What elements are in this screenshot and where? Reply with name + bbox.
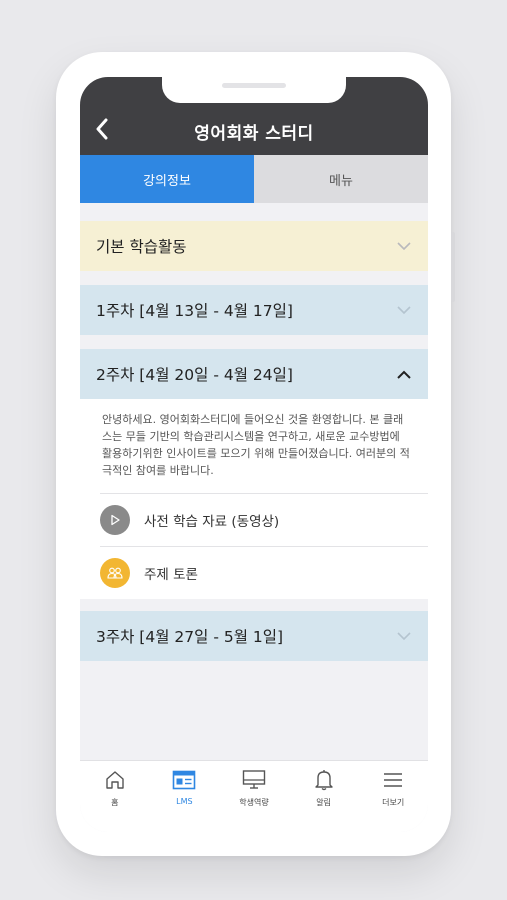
- nav-label: LMS: [176, 797, 193, 806]
- nav-lms[interactable]: LMS: [150, 761, 220, 832]
- activity-label: 사전 학습 자료 (동영상): [144, 514, 280, 530]
- activity-prestudy-video[interactable]: 사전 학습 자료 (동영상): [100, 494, 428, 546]
- nav-more[interactable]: 더보기: [358, 761, 428, 832]
- phone-side-button: [451, 232, 455, 302]
- section-week-1[interactable]: 1주차 [4월 13일 - 4월 17일]: [80, 285, 428, 335]
- week-2-panel: 안녕하세요. 영어회화스터디에 들어오신 것을 환영합니다. 본 클래스는 무들…: [80, 399, 428, 599]
- tab-menu[interactable]: 메뉴: [254, 155, 428, 203]
- nav-home[interactable]: 홈: [80, 761, 150, 832]
- chevron-up-icon: [396, 366, 412, 382]
- bell-icon: [311, 768, 337, 792]
- app-screen: 영어회화 스터디 강의정보 메뉴 기본 학습활동 1주차 [4월 13일 - 4…: [80, 77, 428, 832]
- people-icon: [100, 558, 130, 588]
- chevron-down-icon: [396, 238, 412, 254]
- nav-notifications[interactable]: 알림: [289, 761, 359, 832]
- menu-icon: [380, 768, 406, 792]
- nav-student-competency[interactable]: 학생역량: [219, 761, 289, 832]
- section-label: 기본 학습활동: [96, 238, 187, 256]
- monitor-icon: [241, 768, 267, 792]
- phone-notch: [162, 77, 346, 103]
- section-week-2[interactable]: 2주차 [4월 20일 - 4월 24일]: [80, 349, 428, 399]
- page-title: 영어회화 스터디: [194, 124, 314, 144]
- activity-label: 주제 토론: [144, 567, 198, 583]
- bottom-nav: 홈 LMS 학생역량 알림 더보기: [80, 760, 428, 832]
- section-week-3[interactable]: 3주차 [4월 27일 - 5월 1일]: [80, 611, 428, 661]
- nav-label: 학생역량: [239, 798, 269, 807]
- home-icon: [102, 768, 128, 792]
- chevron-down-icon: [396, 302, 412, 318]
- section-basic-activities[interactable]: 기본 학습활동: [80, 221, 428, 271]
- nav-label: 홈: [111, 798, 119, 807]
- course-description: 안녕하세요. 영어회화스터디에 들어오신 것을 환영합니다. 본 클래스는 무들…: [102, 413, 410, 477]
- tab-bar: 강의정보 메뉴: [80, 155, 428, 203]
- play-icon: [100, 505, 130, 535]
- nav-label: 알림: [316, 798, 331, 807]
- tab-course-info[interactable]: 강의정보: [80, 155, 254, 203]
- lms-icon: [171, 768, 197, 792]
- phone-speaker: [222, 83, 286, 88]
- section-label: 3주차 [4월 27일 - 5월 1일]: [96, 628, 284, 646]
- section-label: 1주차 [4월 13일 - 4월 17일]: [96, 302, 293, 320]
- nav-label: 더보기: [382, 798, 405, 807]
- chevron-down-icon: [396, 628, 412, 644]
- section-label: 2주차 [4월 20일 - 4월 24일]: [96, 366, 293, 384]
- course-content: 기본 학습활동 1주차 [4월 13일 - 4월 17일] 2주차 [4월 20…: [80, 203, 428, 760]
- activity-topic-discussion[interactable]: 주제 토론: [100, 547, 428, 599]
